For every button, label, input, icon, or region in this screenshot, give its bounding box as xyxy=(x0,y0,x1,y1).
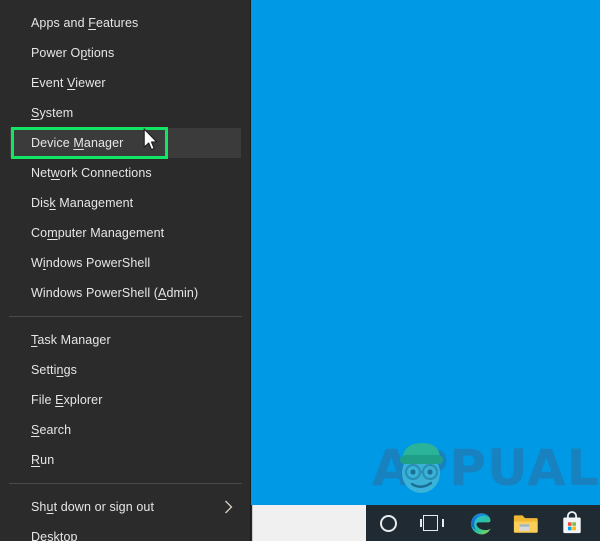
mnemonic-char: n xyxy=(56,363,64,377)
menu-item-label: Apps and Features xyxy=(31,16,139,30)
menu-item-power-options[interactable]: Power Options xyxy=(10,38,241,68)
menu-item-task-manager[interactable]: Task Manager xyxy=(10,325,241,355)
mnemonic-char: m xyxy=(47,226,58,240)
menu-item-settings[interactable]: Settings xyxy=(10,355,241,385)
mnemonic-char: k xyxy=(49,196,56,210)
search-input[interactable] xyxy=(253,505,366,541)
menu-item-label: Desktop xyxy=(10,530,78,541)
menu-item-label: Windows PowerShell (Admin) xyxy=(31,286,199,300)
menu-item-windows-powershell[interactable]: Windows PowerShell xyxy=(10,248,241,278)
file-explorer-button[interactable] xyxy=(503,505,549,541)
menu-item-label: Computer Management xyxy=(31,226,165,240)
menu-item-computer-management[interactable]: Computer Management xyxy=(10,218,241,248)
menu-item-windows-powershell-admin[interactable]: Windows PowerShell (Admin) xyxy=(10,278,241,308)
edge-icon xyxy=(470,512,491,534)
menu-item-label: Power Options xyxy=(31,46,115,60)
menu-item-apps-and-features[interactable]: Apps and Features xyxy=(10,8,241,38)
menu-item-label: Event Viewer xyxy=(31,76,106,90)
taskbar-icon-group xyxy=(365,505,595,541)
mnemonic-char: T xyxy=(31,333,38,347)
mnemonic-char: A xyxy=(158,286,167,300)
screenshot-root: APPUALS xyxy=(0,0,600,541)
mnemonic-char: p xyxy=(80,46,88,60)
mnemonic-char: F xyxy=(88,16,96,30)
mnemonic-char: i xyxy=(42,256,46,270)
menu-item-search[interactable]: Search xyxy=(10,415,241,445)
taskbar-search-box[interactable] xyxy=(252,505,366,541)
menu-item-device-manager[interactable]: Device Manager xyxy=(10,128,241,158)
menu-item-label: Network Connections xyxy=(31,166,152,180)
mnemonic-char: S xyxy=(31,106,40,120)
microsoft-store-button[interactable] xyxy=(549,505,595,541)
menu-separator xyxy=(9,483,242,484)
microsoft-store-icon xyxy=(563,511,581,534)
menu-item-label: System xyxy=(31,106,74,120)
menu-item-label: Windows PowerShell xyxy=(31,256,151,270)
mnemonic-char: w xyxy=(50,166,60,180)
menu-item-file-explorer[interactable]: File Explorer xyxy=(10,385,241,415)
menu-item-label: Disk Management xyxy=(31,196,134,210)
menu-separator xyxy=(9,316,242,317)
cortana-icon xyxy=(379,514,397,532)
menu-item-run[interactable]: Run xyxy=(10,445,241,475)
file-explorer-icon xyxy=(513,514,538,533)
mnemonic-char: S xyxy=(31,423,40,437)
menu-item-label: Task Manager xyxy=(31,333,111,347)
menu-item-event-viewer[interactable]: Event Viewer xyxy=(10,68,241,98)
menu-item-label: Run xyxy=(31,453,55,467)
quick-link-menu[interactable]: Apps and Features Power Options Event View… xyxy=(0,0,251,541)
mnemonic-char: M xyxy=(73,136,84,150)
mnemonic-char: V xyxy=(67,76,76,90)
mnemonic-char: E xyxy=(55,393,64,407)
mnemonic-char: D xyxy=(31,530,41,541)
menu-item-disk-management[interactable]: Disk Management xyxy=(10,188,241,218)
cortana-button[interactable] xyxy=(365,505,411,541)
chevron-right-icon xyxy=(225,500,233,514)
menu-item-label: Shut down or sign out xyxy=(31,500,155,514)
menu-item-label: File Explorer xyxy=(31,393,103,407)
menu-item-system[interactable]: System xyxy=(10,98,241,128)
task-view-icon xyxy=(420,515,445,531)
menu-item-label: Settings xyxy=(31,363,77,377)
menu-item-network-connections[interactable]: Network Connections xyxy=(10,158,241,188)
menu-item-desktop[interactable]: Desktop xyxy=(10,522,241,541)
mnemonic-char: R xyxy=(31,453,41,467)
mnemonic-char: u xyxy=(46,500,54,514)
menu-item-list: Apps and Features Power Options Event View… xyxy=(0,0,250,541)
menu-item-label: Device Manager xyxy=(31,136,124,150)
edge-button[interactable] xyxy=(457,505,503,541)
menu-item-shut-down-or-sign-out[interactable]: Shut down or sign out xyxy=(10,492,241,522)
menu-item-label: Search xyxy=(31,423,72,437)
task-view-button[interactable] xyxy=(411,505,457,541)
